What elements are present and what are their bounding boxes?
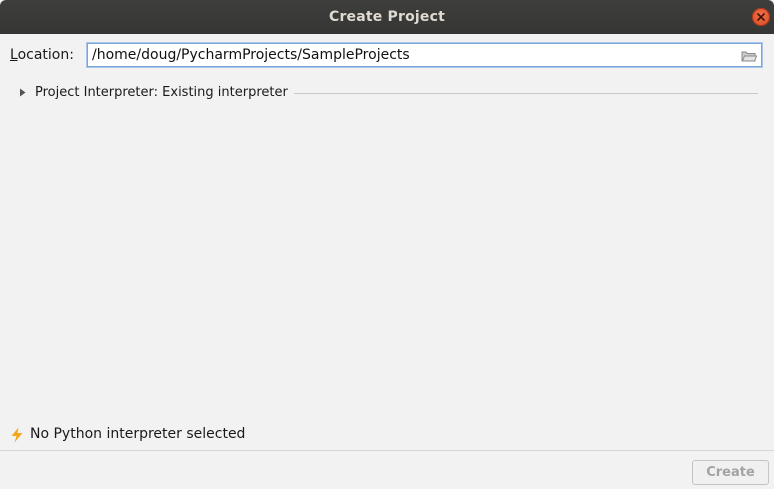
folder-browse-icon[interactable] <box>741 50 757 62</box>
status-message: No Python interpreter selected <box>30 426 246 442</box>
expand-triangle-icon[interactable] <box>19 88 27 97</box>
section-separator <box>294 93 758 94</box>
location-label: Location: <box>10 47 74 63</box>
location-label-mnemonic: L <box>10 47 18 63</box>
title-bar[interactable]: Create Project <box>0 0 774 34</box>
lightning-icon <box>11 427 23 443</box>
create-button[interactable]: Create <box>692 460 769 485</box>
location-label-rest: ocation: <box>17 47 74 63</box>
dialog-title: Create Project <box>328 9 446 25</box>
project-interpreter-toggle[interactable]: Project Interpreter: Existing interprete… <box>35 85 288 100</box>
location-field[interactable]: /home/doug/PycharmProjects/SampleProject… <box>87 43 762 67</box>
create-project-dialog: Create Project Location: /home/doug/Pych… <box>0 0 774 489</box>
location-input-value[interactable]: /home/doug/PycharmProjects/SampleProject… <box>92 47 410 63</box>
close-button[interactable] <box>752 8 770 26</box>
close-icon <box>757 13 765 21</box>
footer-separator <box>0 450 774 451</box>
